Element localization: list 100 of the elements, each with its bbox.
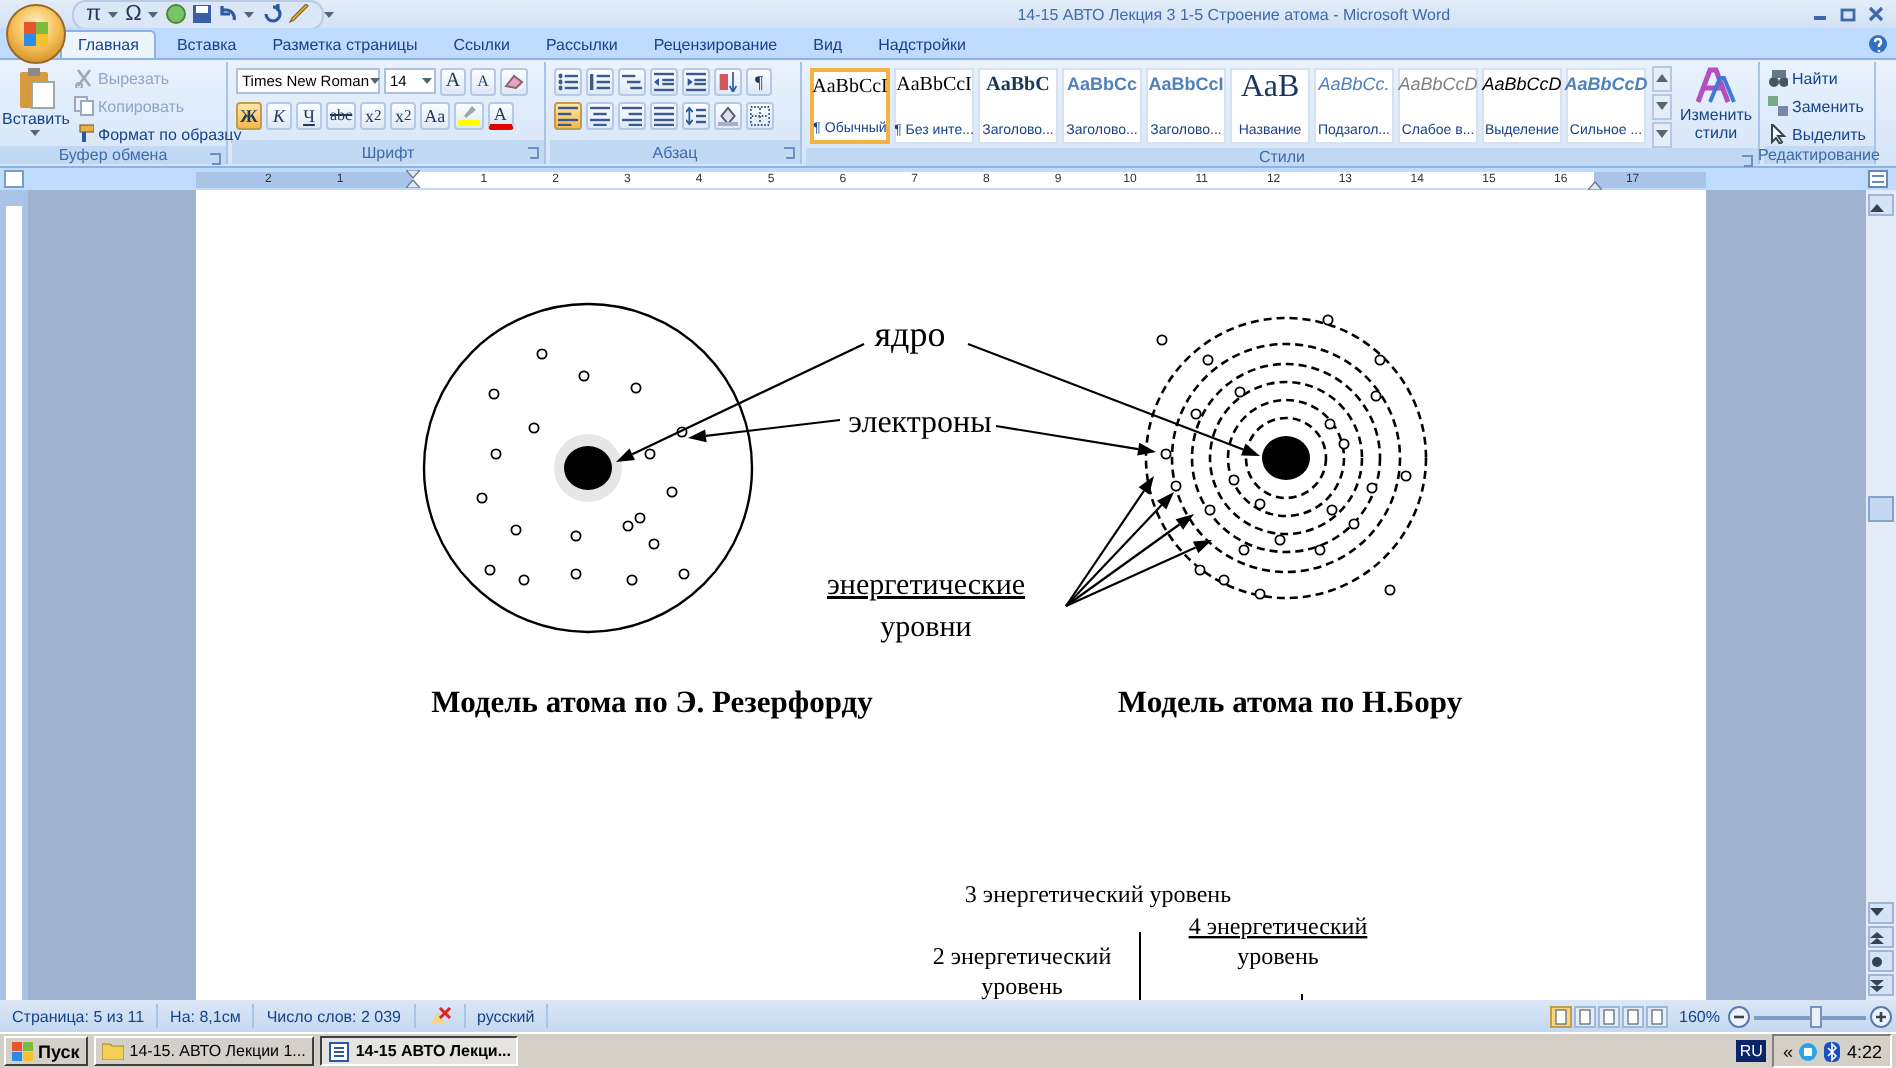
- caret-icon: [369, 76, 381, 86]
- save-icon[interactable]: [191, 4, 212, 24]
- format-button[interactable]: Aa: [420, 101, 450, 129]
- multilevel-list-icon: [622, 71, 642, 91]
- clear-formatting-button[interactable]: [500, 67, 528, 95]
- indent-marker-icon[interactable]: [405, 170, 419, 188]
- editing-button[interactable]: Найти: [1768, 66, 1866, 90]
- zoom-level[interactable]: 160%: [1679, 1007, 1720, 1025]
- caret-icon[interactable]: [243, 9, 256, 19]
- symbol-button[interactable]: Ω: [125, 2, 142, 26]
- editing-button[interactable]: Заменить: [1768, 94, 1866, 118]
- print-layout-icon[interactable]: [1551, 1007, 1570, 1025]
- copy-icon: [74, 96, 94, 116]
- window-title: 14-15 АВТО Лекция 3 1-5 Строение атома - Microsoft Word: [1015, 5, 1453, 23]
- borders-button[interactable]: [746, 101, 774, 129]
- numbered-list-button[interactable]: [586, 67, 614, 95]
- zoom-slider[interactable]: [1754, 1005, 1866, 1027]
- font-color-button[interactable]: A: [487, 101, 514, 129]
- align-center-button[interactable]: [586, 101, 614, 129]
- letter-a-icon: [1694, 66, 1738, 106]
- group-title: Шрифт: [361, 143, 415, 161]
- diagram-label: 4 энергетический уровень: [1188, 912, 1368, 970]
- pencil-icon[interactable]: [287, 4, 310, 24]
- caret-icon[interactable]: [147, 9, 160, 19]
- align-justify-icon: [654, 105, 674, 125]
- close-icon[interactable]: [1868, 6, 1884, 22]
- spellcheck-icon[interactable]: [427, 1006, 451, 1026]
- leader-line: [1139, 931, 1141, 1000]
- ribbon-tab[interactable]: Вид: [797, 30, 859, 58]
- caret-icon[interactable]: [323, 9, 336, 19]
- zoom-out-icon[interactable]: [1728, 1005, 1750, 1027]
- diagram-label: 3 энергетический уровень: [964, 880, 1232, 908]
- ribbon-tab[interactable]: Разметка страницы: [256, 30, 434, 58]
- scroll-down-icon[interactable]: [1654, 100, 1670, 112]
- restore-icon[interactable]: [1840, 6, 1856, 22]
- ribbon-tab[interactable]: Надстройки: [862, 30, 983, 58]
- expand-gallery-icon[interactable]: [1654, 128, 1670, 140]
- eraser-icon: [504, 72, 524, 90]
- ribbon-tab[interactable]: Вставка: [160, 30, 253, 58]
- caret-icon: [422, 76, 434, 86]
- windows-flag-icon: [12, 1041, 34, 1061]
- format-button[interactable]: Ж: [236, 101, 262, 129]
- format-button[interactable]: Ч: [296, 101, 322, 129]
- double-arrow-up-icon[interactable]: [1870, 932, 1884, 944]
- group-title: Абзац: [652, 143, 698, 161]
- line-spacing-button[interactable]: [682, 101, 710, 129]
- align-justify-button[interactable]: [650, 101, 678, 129]
- folder-icon: [101, 1042, 124, 1060]
- increase-indent-button[interactable]: [682, 67, 710, 95]
- paintbrush-icon: [74, 124, 94, 144]
- numbered-list-icon: [590, 71, 610, 91]
- clipboard-button[interactable]: Формат по образцу: [74, 122, 242, 146]
- shrink-font-button[interactable]: A: [470, 67, 496, 95]
- align-center-icon: [590, 105, 610, 125]
- language-indicator[interactable]: русский: [465, 1004, 549, 1028]
- circle-icon[interactable]: [1870, 956, 1884, 968]
- bullet-list-icon: [558, 71, 578, 91]
- arrow-down-icon[interactable]: [1870, 908, 1884, 920]
- bullet-list-button[interactable]: [554, 67, 582, 95]
- redo-icon[interactable]: [261, 4, 282, 24]
- office-logo-icon: [22, 20, 50, 48]
- pilcrow-button[interactable]: ¶: [746, 67, 772, 95]
- align-right-button[interactable]: [618, 101, 646, 129]
- language-indicator[interactable]: RU: [1735, 1040, 1767, 1062]
- tray-expand-button[interactable]: «: [1782, 1041, 1793, 1061]
- ribbon-tab[interactable]: Ссылки: [437, 30, 526, 58]
- dialog-launcher-icon[interactable]: [208, 152, 222, 166]
- decrease-indent-button[interactable]: [650, 67, 678, 95]
- arrow-up-icon[interactable]: [1870, 202, 1884, 212]
- format-button[interactable]: К: [266, 101, 292, 129]
- slider-thumb[interactable]: [1809, 1005, 1822, 1027]
- align-left-button[interactable]: [554, 101, 582, 129]
- scroll-up-icon[interactable]: [1654, 72, 1670, 84]
- ribbon-tab[interactable]: Рассылки: [529, 30, 634, 58]
- ribbon-tab[interactable]: Главная: [60, 30, 157, 58]
- sort-button[interactable]: [714, 67, 742, 95]
- circle-icon[interactable]: [165, 4, 186, 24]
- scroll-thumb[interactable]: [1868, 496, 1894, 522]
- taskbar-button[interactable]: 14-15 АВТО Лекци...: [319, 1036, 519, 1066]
- symbol-button[interactable]: π: [86, 2, 102, 26]
- ribbon-tab[interactable]: Рецензирование: [637, 30, 794, 58]
- multilevel-list-button[interactable]: [618, 67, 646, 95]
- ruler-toggle-icon[interactable]: [1868, 170, 1888, 188]
- grow-font-button[interactable]: A: [440, 67, 466, 95]
- undo-icon[interactable]: [217, 4, 238, 24]
- zoom-in-icon[interactable]: [1870, 1005, 1892, 1027]
- caret-icon[interactable]: [107, 9, 120, 19]
- taskbar-button[interactable]: 14-15. АВТО Лекции 1...: [93, 1036, 314, 1066]
- figure-caption: Модель атома по Э. Резерфорду: [431, 686, 873, 720]
- start-button[interactable]: Пуск: [4, 1036, 88, 1066]
- change-styles-button[interactable]: Изменить стили: [1678, 66, 1754, 148]
- bluetooth-icon[interactable]: [1824, 1041, 1841, 1061]
- align-left-icon: [558, 105, 578, 125]
- help-icon[interactable]: [1868, 34, 1888, 54]
- editing-button[interactable]: Выделить: [1768, 122, 1866, 146]
- double-arrow-down-icon[interactable]: [1870, 980, 1884, 992]
- tab-selector[interactable]: [4, 170, 24, 188]
- format-button[interactable]: abc: [326, 101, 357, 129]
- vertical-scrollbar[interactable]: [1866, 190, 1896, 1000]
- paste-button[interactable]: Вставить: [4, 66, 68, 146]
